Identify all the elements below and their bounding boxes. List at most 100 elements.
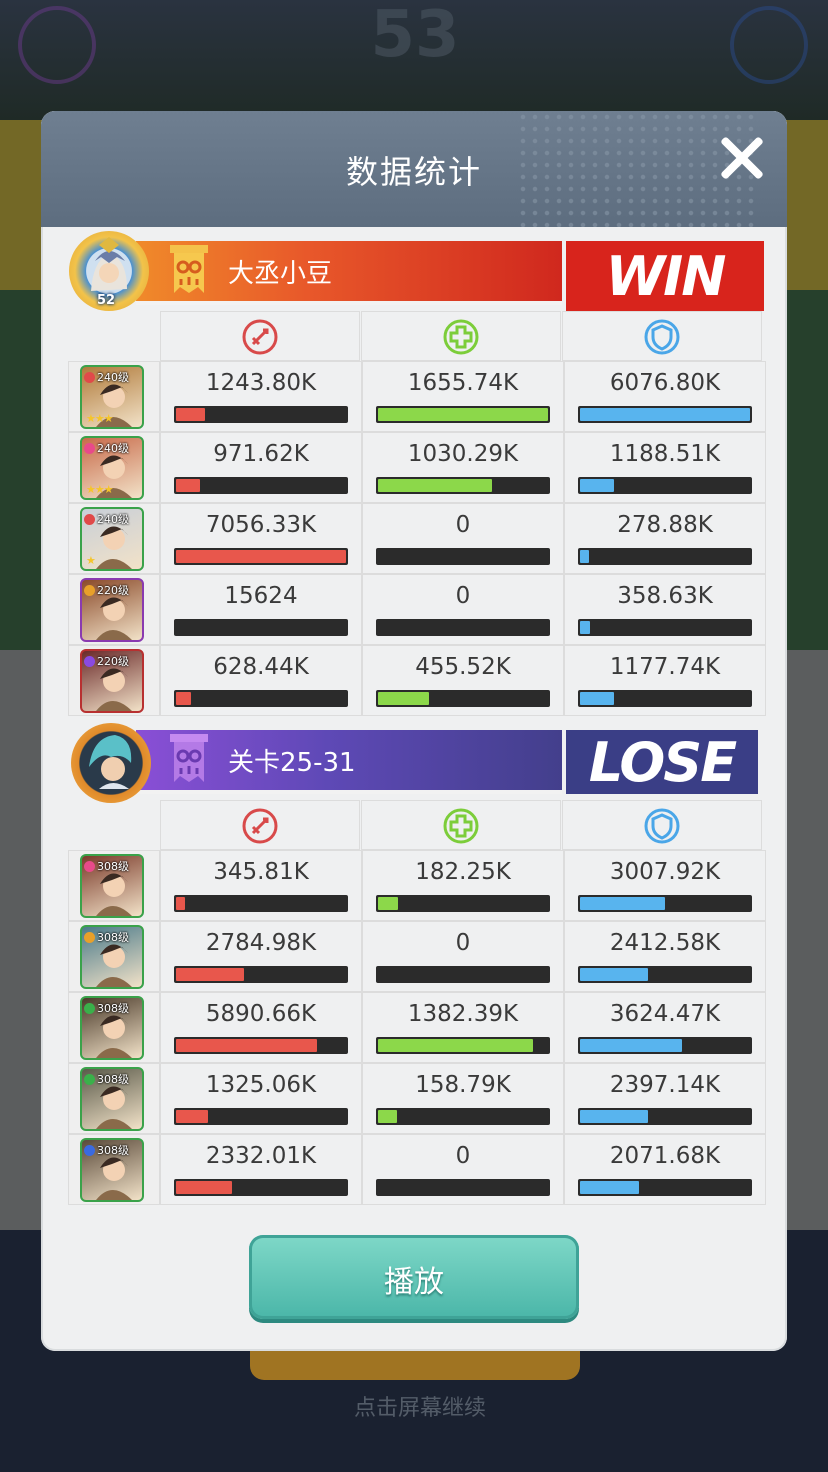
tank-value: 2071.68K <box>609 1143 721 1169</box>
tank-value: 3624.47K <box>609 1001 721 1027</box>
hero-portrait[interactable]: 308级 <box>80 854 144 918</box>
tank-bar-fill <box>580 479 614 492</box>
hero-level-text: 240级 <box>97 513 129 526</box>
tank-bar <box>578 548 752 565</box>
heal-bar <box>376 1179 550 1196</box>
damage-cell: 5890.66K <box>160 992 362 1063</box>
hero-portrait[interactable]: 308级 <box>80 1138 144 1202</box>
player-level-badge: 52 <box>97 293 116 308</box>
shield-icon <box>644 808 680 844</box>
hero-level-label: 240级 <box>84 511 129 527</box>
damage-value: 2332.01K <box>205 1143 317 1169</box>
hero-level-label: 308级 <box>84 929 129 945</box>
tank-bar-fill <box>580 550 589 563</box>
heal-bar-fill <box>378 692 429 705</box>
tank-bar-fill <box>580 968 648 981</box>
tank-cell: 278.88K <box>564 503 766 574</box>
hero-level-label: 308级 <box>84 1000 129 1016</box>
hero-portrait[interactable]: 240级 ★★★ <box>80 436 144 500</box>
hero-portrait-cell: 220级 <box>68 645 160 716</box>
dialog-title: 数据统计 <box>345 153 482 191</box>
tank-bar <box>578 1108 752 1125</box>
damage-bar-fill <box>176 968 244 981</box>
result-lose-badge: LOSE <box>566 730 758 794</box>
damage-cell: 7056.33K <box>160 503 362 574</box>
hero-portrait-cell: 220级 <box>68 574 160 645</box>
tank-bar <box>578 966 752 983</box>
hero-level-label: 220级 <box>84 653 129 669</box>
damage-bar <box>174 966 348 983</box>
background-avatar-ring-left <box>18 6 96 84</box>
hero-star-rating: ★★★ <box>86 412 114 425</box>
hero-portrait[interactable]: 220级 <box>80 578 144 642</box>
tank-cell: 1188.51K <box>564 432 766 503</box>
hero-portrait[interactable]: 308级 <box>80 996 144 1060</box>
damage-value: 971.62K <box>213 441 309 467</box>
tank-cell: 3624.47K <box>564 992 766 1063</box>
hero-level-label: 308级 <box>84 858 129 874</box>
play-button[interactable]: 播放 <box>249 1235 579 1319</box>
hero-portrait[interactable]: 308级 <box>80 1067 144 1131</box>
damage-bar-fill <box>176 1110 208 1123</box>
tank-bar <box>578 1179 752 1196</box>
faction-gem-icon <box>84 1144 95 1156</box>
background-score: 53 <box>370 0 460 72</box>
tank-column-header <box>562 800 762 850</box>
hero-portrait-cell: 240级 ★★★ <box>68 432 160 503</box>
hero-stat-row: 240级 ★ 7056.33K 0 278.88K <box>68 503 766 574</box>
damage-bar <box>174 548 348 565</box>
damage-bar <box>174 1037 348 1054</box>
damage-value: 7056.33K <box>205 512 317 538</box>
hero-stat-row: 308级 1325.06K 158.79K 2397.14K <box>68 1063 766 1134</box>
hero-stat-row: 308级 345.81K 182.25K 3007.92K <box>68 850 766 921</box>
damage-value: 1325.06K <box>205 1072 317 1098</box>
faction-gem-icon <box>84 442 95 454</box>
team-name: 大丞小豆 <box>228 259 333 289</box>
hero-portrait[interactable]: 240级 ★★★ <box>80 365 144 429</box>
tank-cell: 2071.68K <box>564 1134 766 1205</box>
heal-cell: 182.25K <box>362 850 564 921</box>
heal-bar-fill <box>378 1039 533 1052</box>
hero-star-rating: ★★★ <box>86 483 114 496</box>
heal-cell: 0 <box>362 574 564 645</box>
damage-cell: 2332.01K <box>160 1134 362 1205</box>
damage-bar-fill <box>176 1181 232 1194</box>
close-button[interactable] <box>717 133 767 183</box>
background-avatar-ring-right <box>730 6 808 84</box>
team-banner: 大丞小豆 <box>136 241 562 305</box>
tank-cell: 6076.80K <box>564 361 766 432</box>
hero-portrait-cell: 308级 <box>68 1134 160 1205</box>
tank-cell: 3007.92K <box>564 850 766 921</box>
damage-column-header <box>160 311 360 361</box>
faction-gem-icon <box>84 860 95 872</box>
hero-portrait[interactable]: 220级 <box>80 649 144 713</box>
tank-bar <box>578 1037 752 1054</box>
hero-portrait[interactable]: 240级 ★ <box>80 507 144 571</box>
tank-bar <box>578 619 752 636</box>
hero-level-label: 308级 <box>84 1142 129 1158</box>
stat-header-row <box>160 311 762 361</box>
hero-stat-row: 308级 5890.66K 1382.39K 3624.47K <box>68 992 766 1063</box>
hero-level-text: 308级 <box>97 1073 129 1086</box>
attack-icon <box>242 319 278 355</box>
tank-cell: 358.63K <box>564 574 766 645</box>
heal-value: 182.25K <box>415 859 511 885</box>
enemy-avatar[interactable] <box>71 723 151 803</box>
tank-value: 278.88K <box>617 512 713 538</box>
heal-column-header <box>361 311 561 361</box>
tank-column-header <box>562 311 762 361</box>
heal-bar <box>376 548 550 565</box>
heal-value: 0 <box>455 512 471 538</box>
hero-portrait[interactable]: 308级 <box>80 925 144 989</box>
heal-icon <box>443 319 479 355</box>
shield-icon <box>644 319 680 355</box>
hero-level-text: 308级 <box>97 931 129 944</box>
player-avatar[interactable]: 52 <box>69 231 149 311</box>
hero-level-text: 240级 <box>97 371 129 384</box>
heal-value: 0 <box>455 1143 471 1169</box>
hero-portrait-cell: 240级 ★ <box>68 503 160 574</box>
damage-column-header <box>160 800 360 850</box>
heal-bar <box>376 619 550 636</box>
hero-portrait-cell: 308级 <box>68 921 160 992</box>
heal-value: 1382.39K <box>407 1001 519 1027</box>
